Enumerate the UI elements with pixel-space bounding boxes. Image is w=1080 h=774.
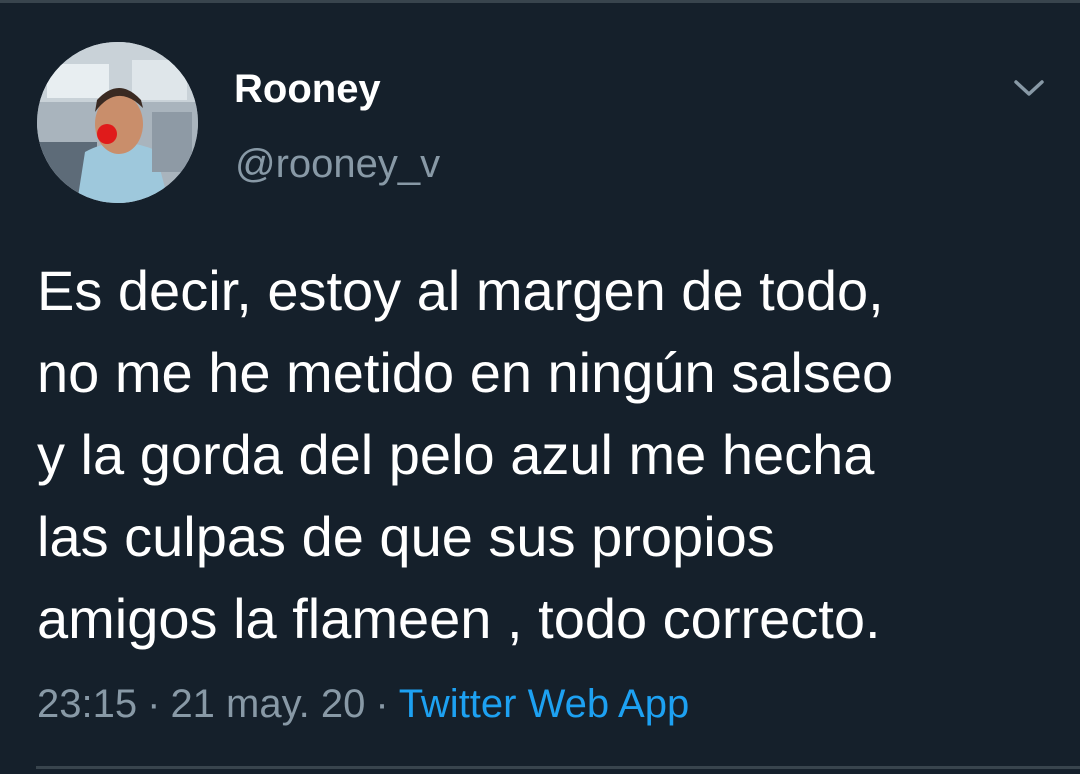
tweet-time[interactable]: 23:15 xyxy=(37,682,137,726)
chevron-down-icon xyxy=(1014,80,1044,96)
tweet-text-line: las culpas de que sus propios xyxy=(37,505,775,568)
tweet-source-link[interactable]: Twitter Web App xyxy=(399,682,690,726)
tweet-date[interactable]: 21 may. 20 xyxy=(170,682,365,726)
tweet-text-line: no me he metido en ningún salseo xyxy=(37,341,894,404)
separator: · xyxy=(147,682,161,726)
separator: · xyxy=(375,682,389,726)
author-username[interactable]: @rooney_v xyxy=(235,140,440,188)
top-divider xyxy=(0,0,1080,3)
more-options-button[interactable] xyxy=(1005,66,1053,110)
tweet-text-line: y la gorda del pelo azul me hecha xyxy=(37,423,875,486)
avatar[interactable] xyxy=(37,42,198,203)
tweet-text: Es decir, estoy al margen de todo, no me… xyxy=(37,250,1057,660)
tweet-text-line: amigos la flameen , todo correcto. xyxy=(37,587,881,650)
avatar-photo xyxy=(37,42,198,203)
tweet-text-line: Es decir, estoy al margen de todo, xyxy=(37,259,884,322)
author-display-name[interactable]: Rooney xyxy=(234,65,381,113)
tweet-metadata: 23:15 · 21 may. 20 · Twitter Web App xyxy=(37,680,689,728)
bottom-divider xyxy=(36,766,1080,769)
